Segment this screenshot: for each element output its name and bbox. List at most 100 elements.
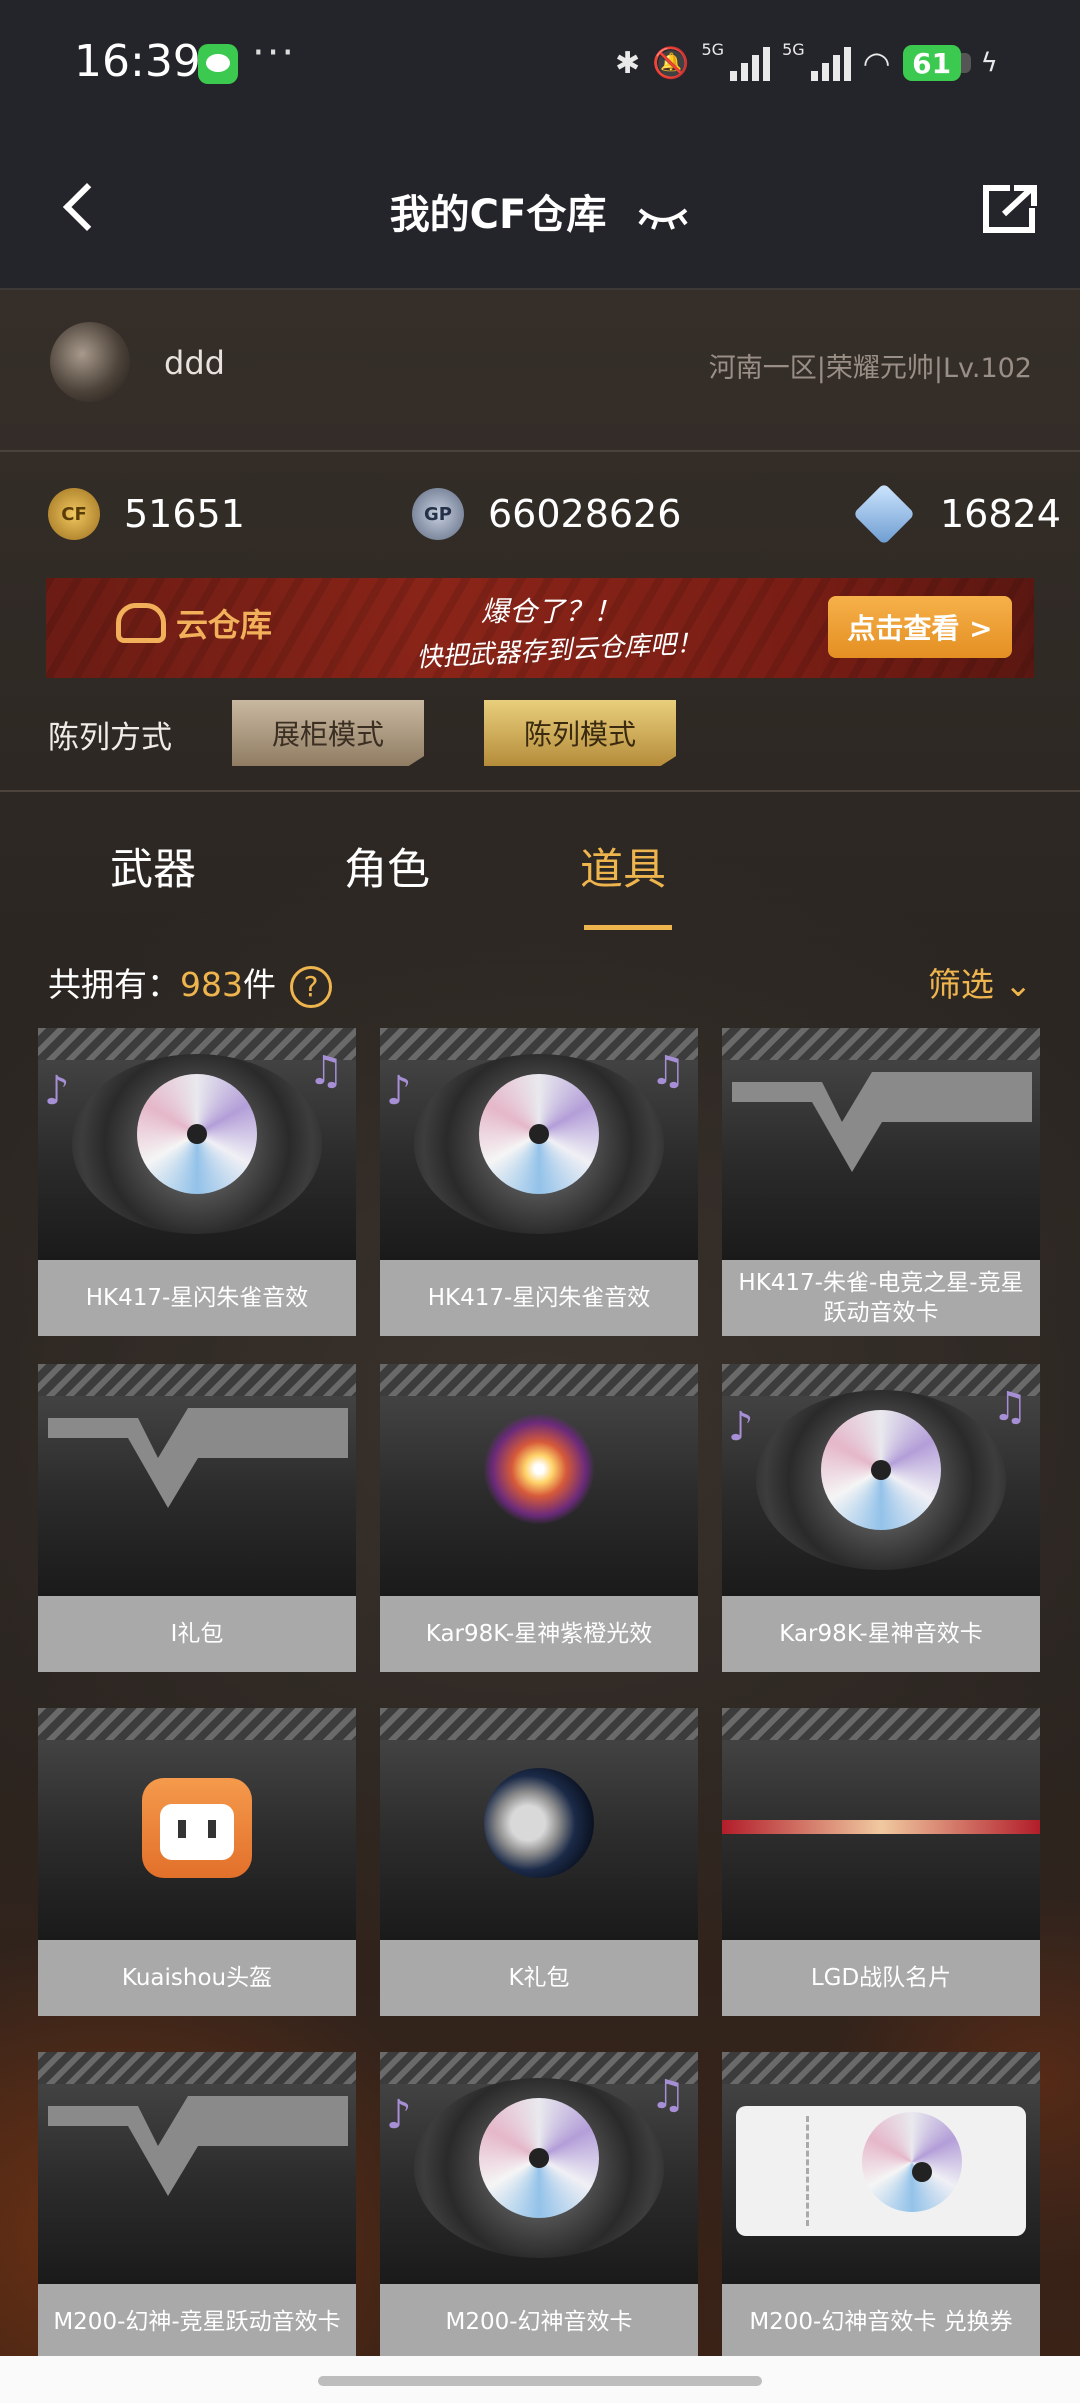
item-card[interactable]: LGD战队名片 [722, 1708, 1040, 2016]
banner-slogan-1: 爆仓了？！ [481, 595, 622, 628]
item-card[interactable]: M200-幻神音效卡 兑换券 [722, 2052, 1040, 2360]
item-name: LGD战队名片 [722, 1940, 1040, 2016]
disc-icon [479, 2098, 599, 2218]
cloud-house-icon [116, 603, 166, 643]
item-image: ♪ ♫ [38, 1028, 356, 1260]
music-note-icon: ♫ [650, 1048, 686, 1094]
help-icon[interactable]: ? [290, 965, 332, 1008]
avatar [50, 322, 130, 402]
display-mode-button[interactable]: 陈列模式 [484, 700, 676, 766]
name-card-icon [722, 1820, 1040, 1834]
count-unit: 件 [243, 965, 276, 1004]
diamond-value: 16824 [940, 492, 1061, 536]
item-image [380, 1708, 698, 1940]
music-note-icon: ♪ [386, 2092, 412, 2138]
kuaishou-helmet-icon [142, 1778, 252, 1878]
divider [0, 790, 1080, 792]
item-card[interactable]: ♪ ♫ Kar98K-星神音效卡 [722, 1364, 1040, 1672]
signal-icon-2 [810, 45, 851, 81]
item-image [380, 1364, 698, 1596]
item-card[interactable]: K礼包 [380, 1708, 698, 2016]
flare-effect-icon [484, 1414, 594, 1524]
item-image: ♪ ♫ [380, 2052, 698, 2284]
page-title-wrap: 我的CF仓库 [0, 182, 1080, 240]
layout-label: 陈列方式 [48, 720, 172, 756]
tab-items[interactable]: 道具 [580, 835, 666, 897]
item-card[interactable]: ♪ ♫ HK417-星闪朱雀音效 [380, 1028, 698, 1336]
eye-closed-icon[interactable] [636, 202, 690, 232]
count-number: 983 [180, 965, 243, 1004]
music-note-icon: ♫ [992, 1384, 1028, 1430]
item-image [722, 2052, 1040, 2284]
item-name: HK417-朱雀-电竞之星-竞星跃动音效卡 [722, 1260, 1040, 1336]
item-image [38, 1708, 356, 1940]
item-image [722, 1708, 1040, 1940]
server-info: 河南一区|荣耀元帅|Lv.102 [708, 353, 1032, 384]
cf-points-value: 51651 [124, 492, 245, 536]
cloud-storage-text: 云仓库 [176, 606, 273, 644]
cabinet-mode-button[interactable]: 展柜模式 [232, 700, 424, 766]
item-name: Kar98K-星神紫橙光效 [380, 1596, 698, 1672]
user-row: ddd 河南一区|荣耀元帅|Lv.102 [0, 292, 1080, 452]
diamond-icon [852, 482, 916, 546]
cf-logo-icon [48, 1408, 348, 1508]
user-name: ddd [164, 344, 225, 382]
status-time: 16:39 [74, 36, 201, 87]
disc-icon [821, 1410, 941, 1530]
item-card[interactable]: Kuaishou头盔 [38, 1708, 356, 2016]
status-more-icon: ··· [252, 30, 297, 76]
item-image [722, 1028, 1040, 1260]
diamond-points: 16824 [852, 478, 1061, 550]
home-indicator[interactable] [318, 2376, 762, 2386]
wifi-icon: ◠ [862, 44, 891, 82]
gp-coin-icon: GP [412, 488, 464, 540]
page-title: 我的CF仓库 [389, 192, 607, 238]
music-note-icon: ♪ [728, 1404, 754, 1450]
item-image [38, 1364, 356, 1596]
gp-points-value: 66028626 [488, 492, 682, 536]
item-card[interactable]: M200-幻神-竞星跃动音效卡 [38, 2052, 356, 2360]
network-type-2: 5G [782, 39, 805, 59]
signal-icon-1 [730, 45, 771, 81]
cloud-storage-banner[interactable]: 云仓库 爆仓了？！ 快把武器存到云仓库吧！ 点击查看 > [46, 578, 1034, 678]
item-name: HK417-星闪朱雀音效 [38, 1260, 356, 1336]
battery-icon: 61 [902, 45, 971, 81]
mute-icon: 🔕 [652, 45, 690, 81]
item-name: Kar98K-星神音效卡 [722, 1596, 1040, 1672]
item-card[interactable]: ♪ ♫ HK417-星闪朱雀音效 [38, 1028, 356, 1336]
item-card[interactable]: ♪ ♫ M200-幻神音效卡 [380, 2052, 698, 2360]
cf-logo-icon [732, 1072, 1032, 1172]
item-name: Kuaishou头盔 [38, 1940, 356, 2016]
banner-slogan-2: 快把武器存到云仓库吧！ [415, 628, 703, 674]
tab-underline [584, 925, 672, 930]
bluetooth-icon: ✱ [615, 45, 641, 81]
status-bar: 16:39 ··· ✱ 🔕 5G 5G ◠ 61 ϟ [0, 0, 1080, 130]
filter-button[interactable]: 筛选 ⌄ [928, 958, 1032, 1006]
cf-coin-icon: CF [48, 488, 100, 540]
item-card[interactable]: Kar98K-星神紫橙光效 [380, 1364, 698, 1672]
music-note-icon: ♫ [650, 2072, 686, 2118]
item-card[interactable]: I礼包 [38, 1364, 356, 1672]
item-image: ♪ ♫ [722, 1364, 1040, 1596]
disc-icon [137, 1074, 257, 1194]
view-cloud-button[interactable]: 点击查看 > [828, 596, 1012, 658]
music-note-icon: ♫ [308, 1048, 344, 1094]
share-icon[interactable] [982, 184, 1038, 234]
item-name: I礼包 [38, 1596, 356, 1672]
music-note-icon: ♪ [386, 1068, 412, 1114]
item-name: K礼包 [380, 1940, 698, 2016]
cf-logo-icon [48, 2096, 348, 2196]
item-image: ♪ ♫ [380, 1028, 698, 1260]
music-note-icon: ♪ [44, 1068, 70, 1114]
item-card[interactable]: HK417-朱雀-电竞之星-竞星跃动音效卡 [722, 1028, 1040, 1336]
gp-points: GP 66028626 [412, 478, 681, 550]
tab-weapons[interactable]: 武器 [110, 835, 196, 897]
status-icons: ✱ 🔕 5G 5G ◠ 61 ϟ [615, 38, 998, 88]
cloud-storage-label: 云仓库 [116, 600, 272, 646]
count-prefix: 共拥有： [48, 965, 180, 1004]
charging-icon: ϟ [980, 48, 998, 78]
gift-ball-icon [484, 1768, 594, 1878]
tab-characters[interactable]: 角色 [344, 835, 430, 897]
cf-points: CF 51651 [48, 478, 245, 550]
item-count: 共拥有：983件? [48, 958, 332, 1008]
